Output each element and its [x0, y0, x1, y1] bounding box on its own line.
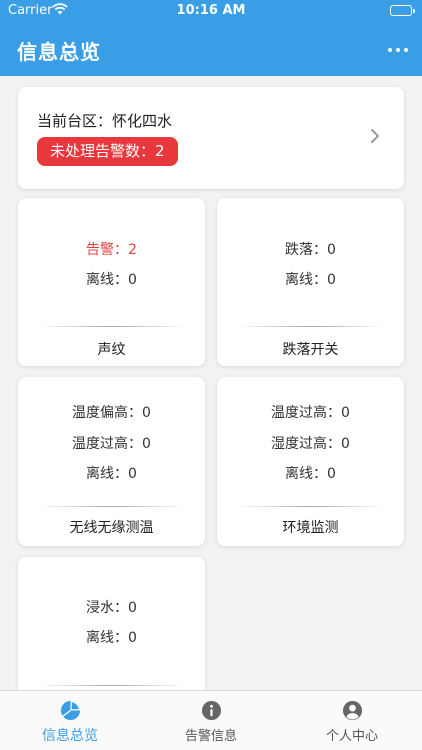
tab-bar: 信息总览 告警信息 个人中心 — [0, 690, 422, 750]
flood-count: 浸水：0 — [86, 600, 137, 616]
offline-count: 离线：0 — [86, 466, 137, 482]
card-divider — [241, 326, 381, 327]
device-card-environment[interactable]: 温度过高：0 湿度过高：0 离线：0 环境监测 — [217, 377, 404, 546]
alarm-count: 告警：2 — [86, 242, 137, 258]
user-icon — [342, 700, 363, 721]
card-divider — [42, 685, 182, 686]
clock: 10:16 AM — [176, 3, 246, 18]
tab-alarms[interactable]: 告警信息 — [141, 691, 281, 750]
chevron-right-icon — [371, 129, 379, 143]
temp-high-count: 温度偏高：0 — [72, 405, 151, 421]
page-title: 信息总览 — [17, 40, 101, 64]
more-icon[interactable] — [388, 40, 408, 60]
humidity-high-count: 湿度过高：0 — [271, 436, 350, 452]
temp-too-high-count: 温度过高：0 — [72, 436, 151, 452]
district-card[interactable]: 当前台区：怀化四水 未处理告警数：2 — [18, 87, 404, 189]
pie-chart-icon — [60, 700, 81, 721]
tab-profile[interactable]: 个人中心 — [282, 691, 422, 750]
tab-label: 个人中心 — [325, 729, 378, 744]
device-card-wireless-temp[interactable]: 温度偏高：0 温度过高：0 离线：0 无线无缘测温 — [18, 377, 205, 546]
unhandled-alarm-badge: 未处理告警数：2 — [37, 137, 178, 166]
tab-overview[interactable]: 信息总览 — [0, 691, 140, 750]
card-divider — [42, 506, 182, 507]
offline-count: 离线：0 — [285, 272, 336, 288]
offline-count: 离线：0 — [86, 630, 137, 646]
status-bar: Carrier 10:16 AM — [0, 0, 422, 22]
tab-label: 告警信息 — [184, 729, 237, 744]
info-icon — [201, 700, 222, 721]
offline-count: 离线：0 — [86, 272, 137, 288]
battery-icon — [390, 5, 415, 16]
offline-count: 离线：0 — [285, 466, 336, 482]
nav-bar: 信息总览 — [0, 22, 422, 76]
card-divider — [241, 506, 381, 507]
drop-count: 跌落：0 — [285, 242, 336, 258]
device-name: 声纹 — [97, 342, 126, 358]
temp-too-high-count: 温度过高：0 — [271, 405, 350, 421]
device-name: 跌落开关 — [282, 342, 339, 358]
district-label: 当前台区：怀化四水 — [37, 112, 173, 130]
card-divider — [42, 326, 182, 327]
device-name: 无线无缘测温 — [69, 520, 154, 536]
device-name: 环境监测 — [282, 520, 339, 536]
tab-label: 信息总览 — [42, 728, 98, 744]
device-card-voiceprint[interactable]: 告警：2 离线：0 声纹 — [18, 198, 205, 366]
device-card-drop-switch[interactable]: 跌落：0 离线：0 跌落开关 — [217, 198, 404, 366]
